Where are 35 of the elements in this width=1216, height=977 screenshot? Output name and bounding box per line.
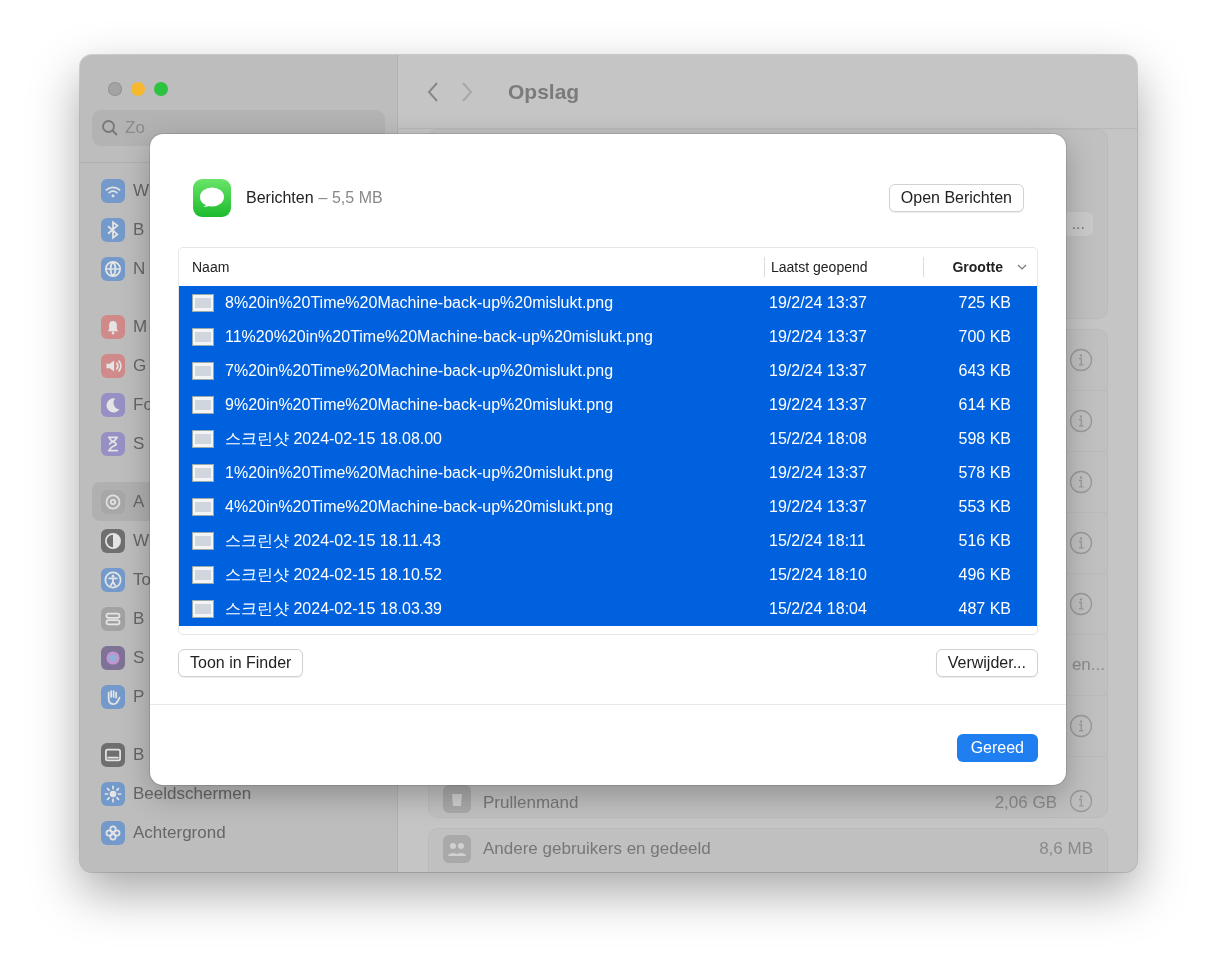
file-size: 578 KB xyxy=(957,464,1012,482)
app-name: Berichten xyxy=(246,189,314,207)
file-name: 8%20in%20Time%20Machine-back-up%20mislukt.png xyxy=(225,294,614,312)
page-title: Opslag xyxy=(508,79,580,104)
file-size: 725 KB xyxy=(957,294,1012,312)
file-size: 598 KB xyxy=(957,430,1012,448)
file-date: 15/2/24 18:08 xyxy=(768,430,868,448)
file-name: 스크린샷 2024-02-15 18.11.43 xyxy=(225,530,441,551)
file-name: 11%20%20in%20Time%20Machine-back-up%20mislukt.png xyxy=(225,328,653,346)
file-name: 7%20in%20Time%20Machine-back-up%20mislukt.png xyxy=(225,362,614,380)
file-name: 4%20in%20Time%20Machine-back-up%20mislukt.png xyxy=(225,498,614,516)
file-name: 스크린샷 2024-02-15 18.03.39 xyxy=(225,598,442,619)
app-size: – 5,5 MB xyxy=(318,189,383,207)
file-name: 스크린샷 2024-02-15 18.10.52 xyxy=(225,564,442,585)
file-size: 614 KB xyxy=(957,396,1012,414)
file-date: 15/2/24 18:10 xyxy=(768,566,868,584)
file-date: 19/2/24 13:37 xyxy=(768,396,868,414)
file-date: 19/2/24 13:37 xyxy=(768,362,868,380)
file-date: 19/2/24 13:37 xyxy=(768,498,868,516)
file-size: 516 KB xyxy=(957,532,1012,550)
file-name: 1%20in%20Time%20Machine-back-up%20mislukt.png xyxy=(225,464,614,482)
row-label: Prullenmand xyxy=(483,793,579,813)
file-date: 19/2/24 13:37 xyxy=(768,294,868,312)
file-name: 9%20in%20Time%20Machine-back-up%20mislukt.png xyxy=(225,396,614,414)
file-size: 643 KB xyxy=(957,362,1012,380)
row-label: Andere gebruikers en gedeeld xyxy=(483,839,711,859)
file-size: 487 KB xyxy=(957,600,1012,618)
file-size: 700 KB xyxy=(957,328,1012,346)
file-size: 553 KB xyxy=(957,498,1012,516)
file-name: 스크린샷 2024-02-15 18.08.00 xyxy=(225,428,442,449)
file-date: 15/2/24 18:04 xyxy=(768,600,868,618)
file-date: 15/2/24 18:11 xyxy=(768,532,867,550)
file-date: 19/2/24 13:37 xyxy=(768,464,868,482)
file-date: 19/2/24 13:37 xyxy=(768,328,868,346)
file-size: 496 KB xyxy=(957,566,1012,584)
